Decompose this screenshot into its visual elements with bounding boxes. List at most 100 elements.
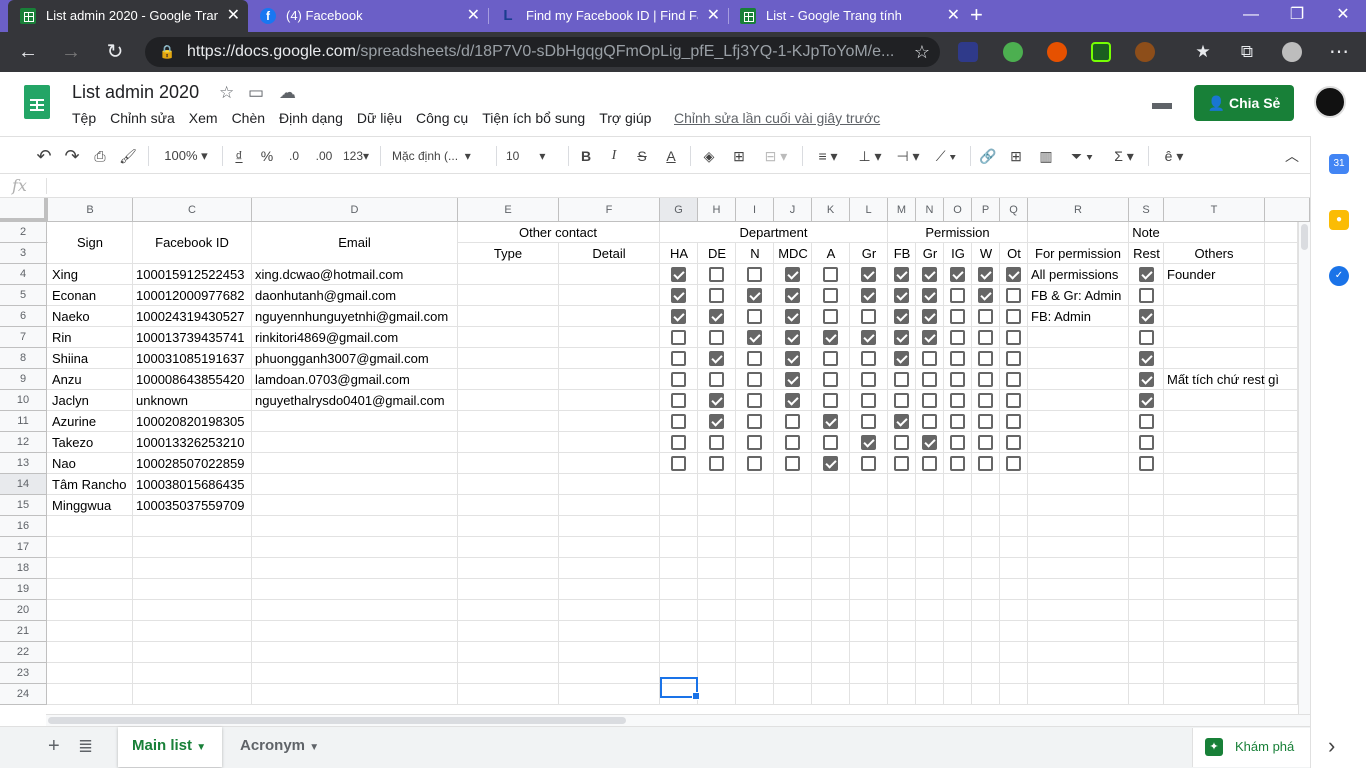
checkbox-department[interactable]: [671, 288, 686, 303]
checkbox-permission[interactable]: [922, 267, 937, 282]
checkbox-permission[interactable]: [950, 372, 965, 387]
checkbox-department[interactable]: [709, 351, 724, 366]
select-all-corner[interactable]: [0, 198, 48, 222]
checkbox-department[interactable]: [709, 435, 724, 450]
checkbox-permission[interactable]: [978, 309, 993, 324]
horizontal-align-icon[interactable]: ≡ ▾: [810, 137, 846, 175]
checkbox-department[interactable]: [709, 456, 724, 471]
checkbox-permission[interactable]: [950, 267, 965, 282]
checkbox-permission[interactable]: [978, 288, 993, 303]
column-header[interactable]: H: [698, 198, 736, 222]
checkbox-rest[interactable]: [1138, 435, 1154, 450]
checkbox-permission[interactable]: [978, 456, 993, 471]
checkbox-department[interactable]: [861, 414, 876, 429]
fill-color-icon[interactable]: ◈: [698, 137, 720, 175]
row-header[interactable]: 14: [0, 474, 47, 495]
checkbox-permission[interactable]: [1006, 393, 1021, 408]
checkbox-department[interactable]: [785, 309, 800, 324]
insert-comment-icon[interactable]: ⊞: [1004, 137, 1028, 175]
checkbox-department[interactable]: [671, 456, 686, 471]
checkbox-permission[interactable]: [922, 330, 937, 345]
checkbox-department[interactable]: [823, 414, 838, 429]
profile-icon[interactable]: [1282, 42, 1302, 62]
tasks-icon[interactable]: ✓: [1329, 266, 1349, 286]
checkbox-permission[interactable]: [950, 351, 965, 366]
checkbox-rest[interactable]: [1138, 414, 1154, 429]
minimize-icon[interactable]: —: [1228, 0, 1274, 30]
checkbox-department[interactable]: [785, 393, 800, 408]
checkbox-department[interactable]: [823, 435, 838, 450]
checkbox-department[interactable]: [861, 372, 876, 387]
checkbox-department[interactable]: [785, 435, 800, 450]
add-sheet-icon[interactable]: +: [48, 727, 60, 767]
formula-input[interactable]: [56, 174, 1310, 198]
calendar-icon[interactable]: 31: [1329, 154, 1349, 174]
borders-icon[interactable]: ⊞: [728, 137, 750, 175]
checkbox-department[interactable]: [785, 267, 800, 282]
checkbox-department[interactable]: [747, 267, 762, 282]
font-size-select[interactable]: 10 ▾: [506, 137, 562, 175]
checkbox-department[interactable]: [785, 288, 800, 303]
browser-tab-sheets[interactable]: List admin 2020 - Google Trang t ✕: [8, 0, 248, 32]
collections-icon[interactable]: ⧉: [1232, 32, 1262, 72]
column-header[interactable]: T: [1164, 198, 1265, 222]
row-header[interactable]: 6: [0, 306, 47, 327]
row-header[interactable]: 17: [0, 537, 47, 558]
checkbox-department[interactable]: [747, 351, 762, 366]
column-header[interactable]: M: [888, 198, 916, 222]
checkbox-permission[interactable]: [950, 414, 965, 429]
percent-icon[interactable]: %: [258, 137, 276, 175]
collapse-menus-icon[interactable]: ︿: [1280, 137, 1304, 175]
checkbox-permission[interactable]: [978, 351, 993, 366]
checkbox-permission[interactable]: [1006, 456, 1021, 471]
increase-decimal-icon[interactable]: .00: [312, 137, 336, 175]
row-header[interactable]: 18: [0, 558, 47, 579]
row-header[interactable]: 8: [0, 348, 47, 369]
checkbox-department[interactable]: [747, 309, 762, 324]
checkbox-department[interactable]: [747, 435, 762, 450]
paint-format-icon[interactable]: 🖌: [116, 137, 140, 175]
checkbox-permission[interactable]: [1006, 309, 1021, 324]
column-header[interactable]: C: [133, 198, 252, 222]
checkbox-rest[interactable]: [1138, 330, 1154, 345]
checkbox-department[interactable]: [747, 456, 762, 471]
checkbox-rest[interactable]: [1138, 351, 1154, 366]
keep-icon[interactable]: ●: [1329, 210, 1349, 230]
checkbox-department[interactable]: [861, 288, 876, 303]
checkbox-permission[interactable]: [894, 393, 909, 408]
checkbox-department[interactable]: [671, 393, 686, 408]
checkbox-permission[interactable]: [922, 456, 937, 471]
close-icon[interactable]: ✕: [947, 0, 960, 32]
checkbox-permission[interactable]: [922, 393, 937, 408]
address-bar[interactable]: 🔒 https://docs.google.com/spreadsheets/d…: [145, 37, 940, 67]
column-header[interactable]: G: [660, 198, 698, 222]
column-header[interactable]: Q: [1000, 198, 1028, 222]
extension-icon[interactable]: [1091, 42, 1111, 62]
spreadsheet-grid[interactable]: B C D E F G H I J K L M N O P Q R S T 2 3 4 5 6 7 8 9 10 11 12 13 14 15 1…: [0, 198, 1310, 714]
filter-icon[interactable]: ⏷ ▾: [1062, 137, 1102, 175]
column-header[interactable]: N: [916, 198, 944, 222]
row-header[interactable]: 21: [0, 621, 47, 642]
checkbox-permission[interactable]: [950, 309, 965, 324]
row-header[interactable]: 20: [0, 600, 47, 621]
checkbox-permission[interactable]: [894, 372, 909, 387]
checkbox-department[interactable]: [861, 330, 876, 345]
checkbox-department[interactable]: [785, 414, 800, 429]
checkbox-department[interactable]: [671, 435, 686, 450]
menu-tools[interactable]: Công cụ: [416, 110, 468, 126]
menu-insert[interactable]: Chèn: [232, 110, 265, 126]
text-wrap-icon[interactable]: ⊣ ▾: [890, 137, 926, 175]
checkbox-department[interactable]: [861, 456, 876, 471]
row-header[interactable]: 16: [0, 516, 47, 537]
row-header[interactable]: 24: [0, 684, 47, 705]
row-header[interactable]: 15: [0, 495, 47, 516]
document-title[interactable]: List admin 2020: [72, 82, 199, 103]
checkbox-department[interactable]: [823, 393, 838, 408]
row-header[interactable]: 9: [0, 369, 47, 390]
checkbox-permission[interactable]: [894, 351, 909, 366]
menu-file[interactable]: Tệp: [72, 110, 96, 126]
column-header[interactable]: F: [559, 198, 660, 222]
column-header[interactable]: J: [774, 198, 812, 222]
comments-icon[interactable]: ▬: [1152, 92, 1172, 115]
checkbox-department[interactable]: [861, 393, 876, 408]
